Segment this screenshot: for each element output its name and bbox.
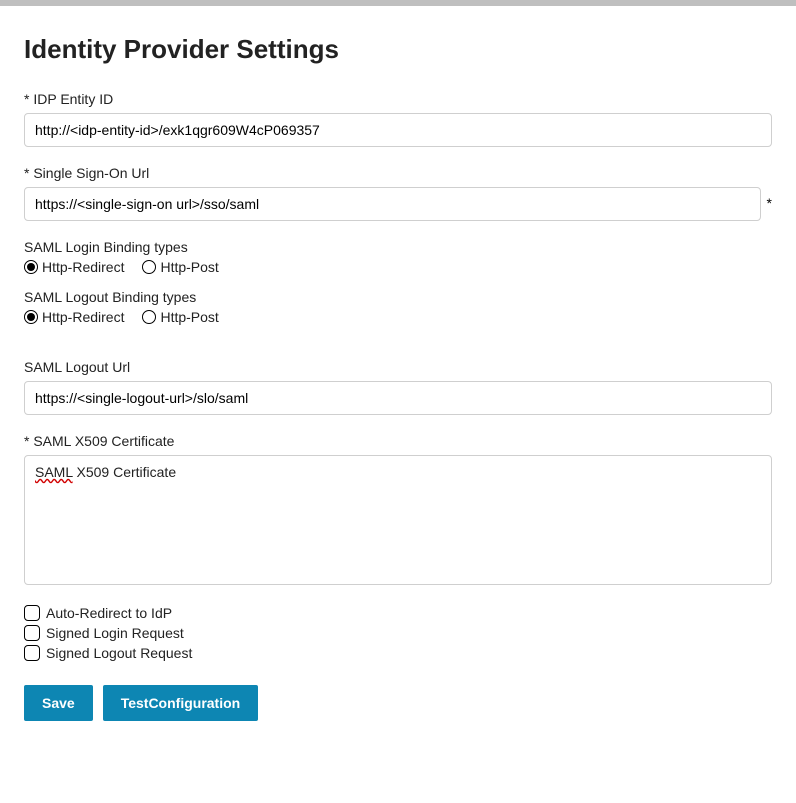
- radio-label: Http-Redirect: [42, 259, 124, 275]
- checkbox-icon: [24, 625, 40, 641]
- x509-cert-field: * SAML X509 Certificate SAML X509 Certif…: [24, 433, 772, 585]
- sso-url-label: * Single Sign-On Url: [24, 165, 772, 181]
- radio-label: Http-Post: [160, 259, 218, 275]
- x509-cert-value-rest: X509 Certificate: [73, 464, 177, 480]
- login-binding-group: SAML Login Binding types Http-Redirect H…: [24, 239, 772, 275]
- save-button[interactable]: Save: [24, 685, 93, 721]
- checkbox-label: Auto-Redirect to IdP: [46, 603, 172, 623]
- signed-login-checkbox[interactable]: Signed Login Request: [24, 623, 772, 643]
- radio-label: Http-Redirect: [42, 309, 124, 325]
- action-buttons: Save TestConfiguration: [24, 685, 772, 721]
- sso-url-input[interactable]: [24, 187, 761, 221]
- sso-url-field: * Single Sign-On Url *: [24, 165, 772, 221]
- checkbox-label: Signed Logout Request: [46, 643, 192, 663]
- login-binding-label: SAML Login Binding types: [24, 239, 772, 255]
- signed-logout-checkbox[interactable]: Signed Logout Request: [24, 643, 772, 663]
- logout-url-input[interactable]: [24, 381, 772, 415]
- auto-redirect-checkbox[interactable]: Auto-Redirect to IdP: [24, 603, 772, 623]
- radio-icon: [24, 310, 38, 324]
- x509-cert-value-prefix: SAML: [35, 464, 73, 480]
- radio-icon: [142, 310, 156, 324]
- sso-url-required-star: *: [767, 195, 772, 213]
- login-binding-http-redirect[interactable]: Http-Redirect: [24, 259, 124, 275]
- checkbox-icon: [24, 605, 40, 621]
- idp-entity-id-field: * IDP Entity ID: [24, 91, 772, 147]
- login-binding-http-post[interactable]: Http-Post: [142, 259, 218, 275]
- logout-url-label: SAML Logout Url: [24, 359, 772, 375]
- options-checkbox-list: Auto-Redirect to IdP Signed Login Reques…: [24, 603, 772, 663]
- radio-icon: [24, 260, 38, 274]
- idp-entity-id-input[interactable]: [24, 113, 772, 147]
- logout-binding-group: SAML Logout Binding types Http-Redirect …: [24, 289, 772, 325]
- x509-cert-label: * SAML X509 Certificate: [24, 433, 772, 449]
- logout-url-field: SAML Logout Url: [24, 359, 772, 415]
- logout-binding-http-post[interactable]: Http-Post: [142, 309, 218, 325]
- page-title: Identity Provider Settings: [24, 34, 772, 65]
- logout-binding-http-redirect[interactable]: Http-Redirect: [24, 309, 124, 325]
- checkbox-label: Signed Login Request: [46, 623, 184, 643]
- checkbox-icon: [24, 645, 40, 661]
- test-configuration-button[interactable]: TestConfiguration: [103, 685, 259, 721]
- idp-entity-id-label: * IDP Entity ID: [24, 91, 772, 107]
- settings-page: Identity Provider Settings * IDP Entity …: [0, 6, 796, 745]
- x509-cert-input[interactable]: SAML X509 Certificate: [24, 455, 772, 585]
- logout-binding-label: SAML Logout Binding types: [24, 289, 772, 305]
- radio-label: Http-Post: [160, 309, 218, 325]
- radio-icon: [142, 260, 156, 274]
